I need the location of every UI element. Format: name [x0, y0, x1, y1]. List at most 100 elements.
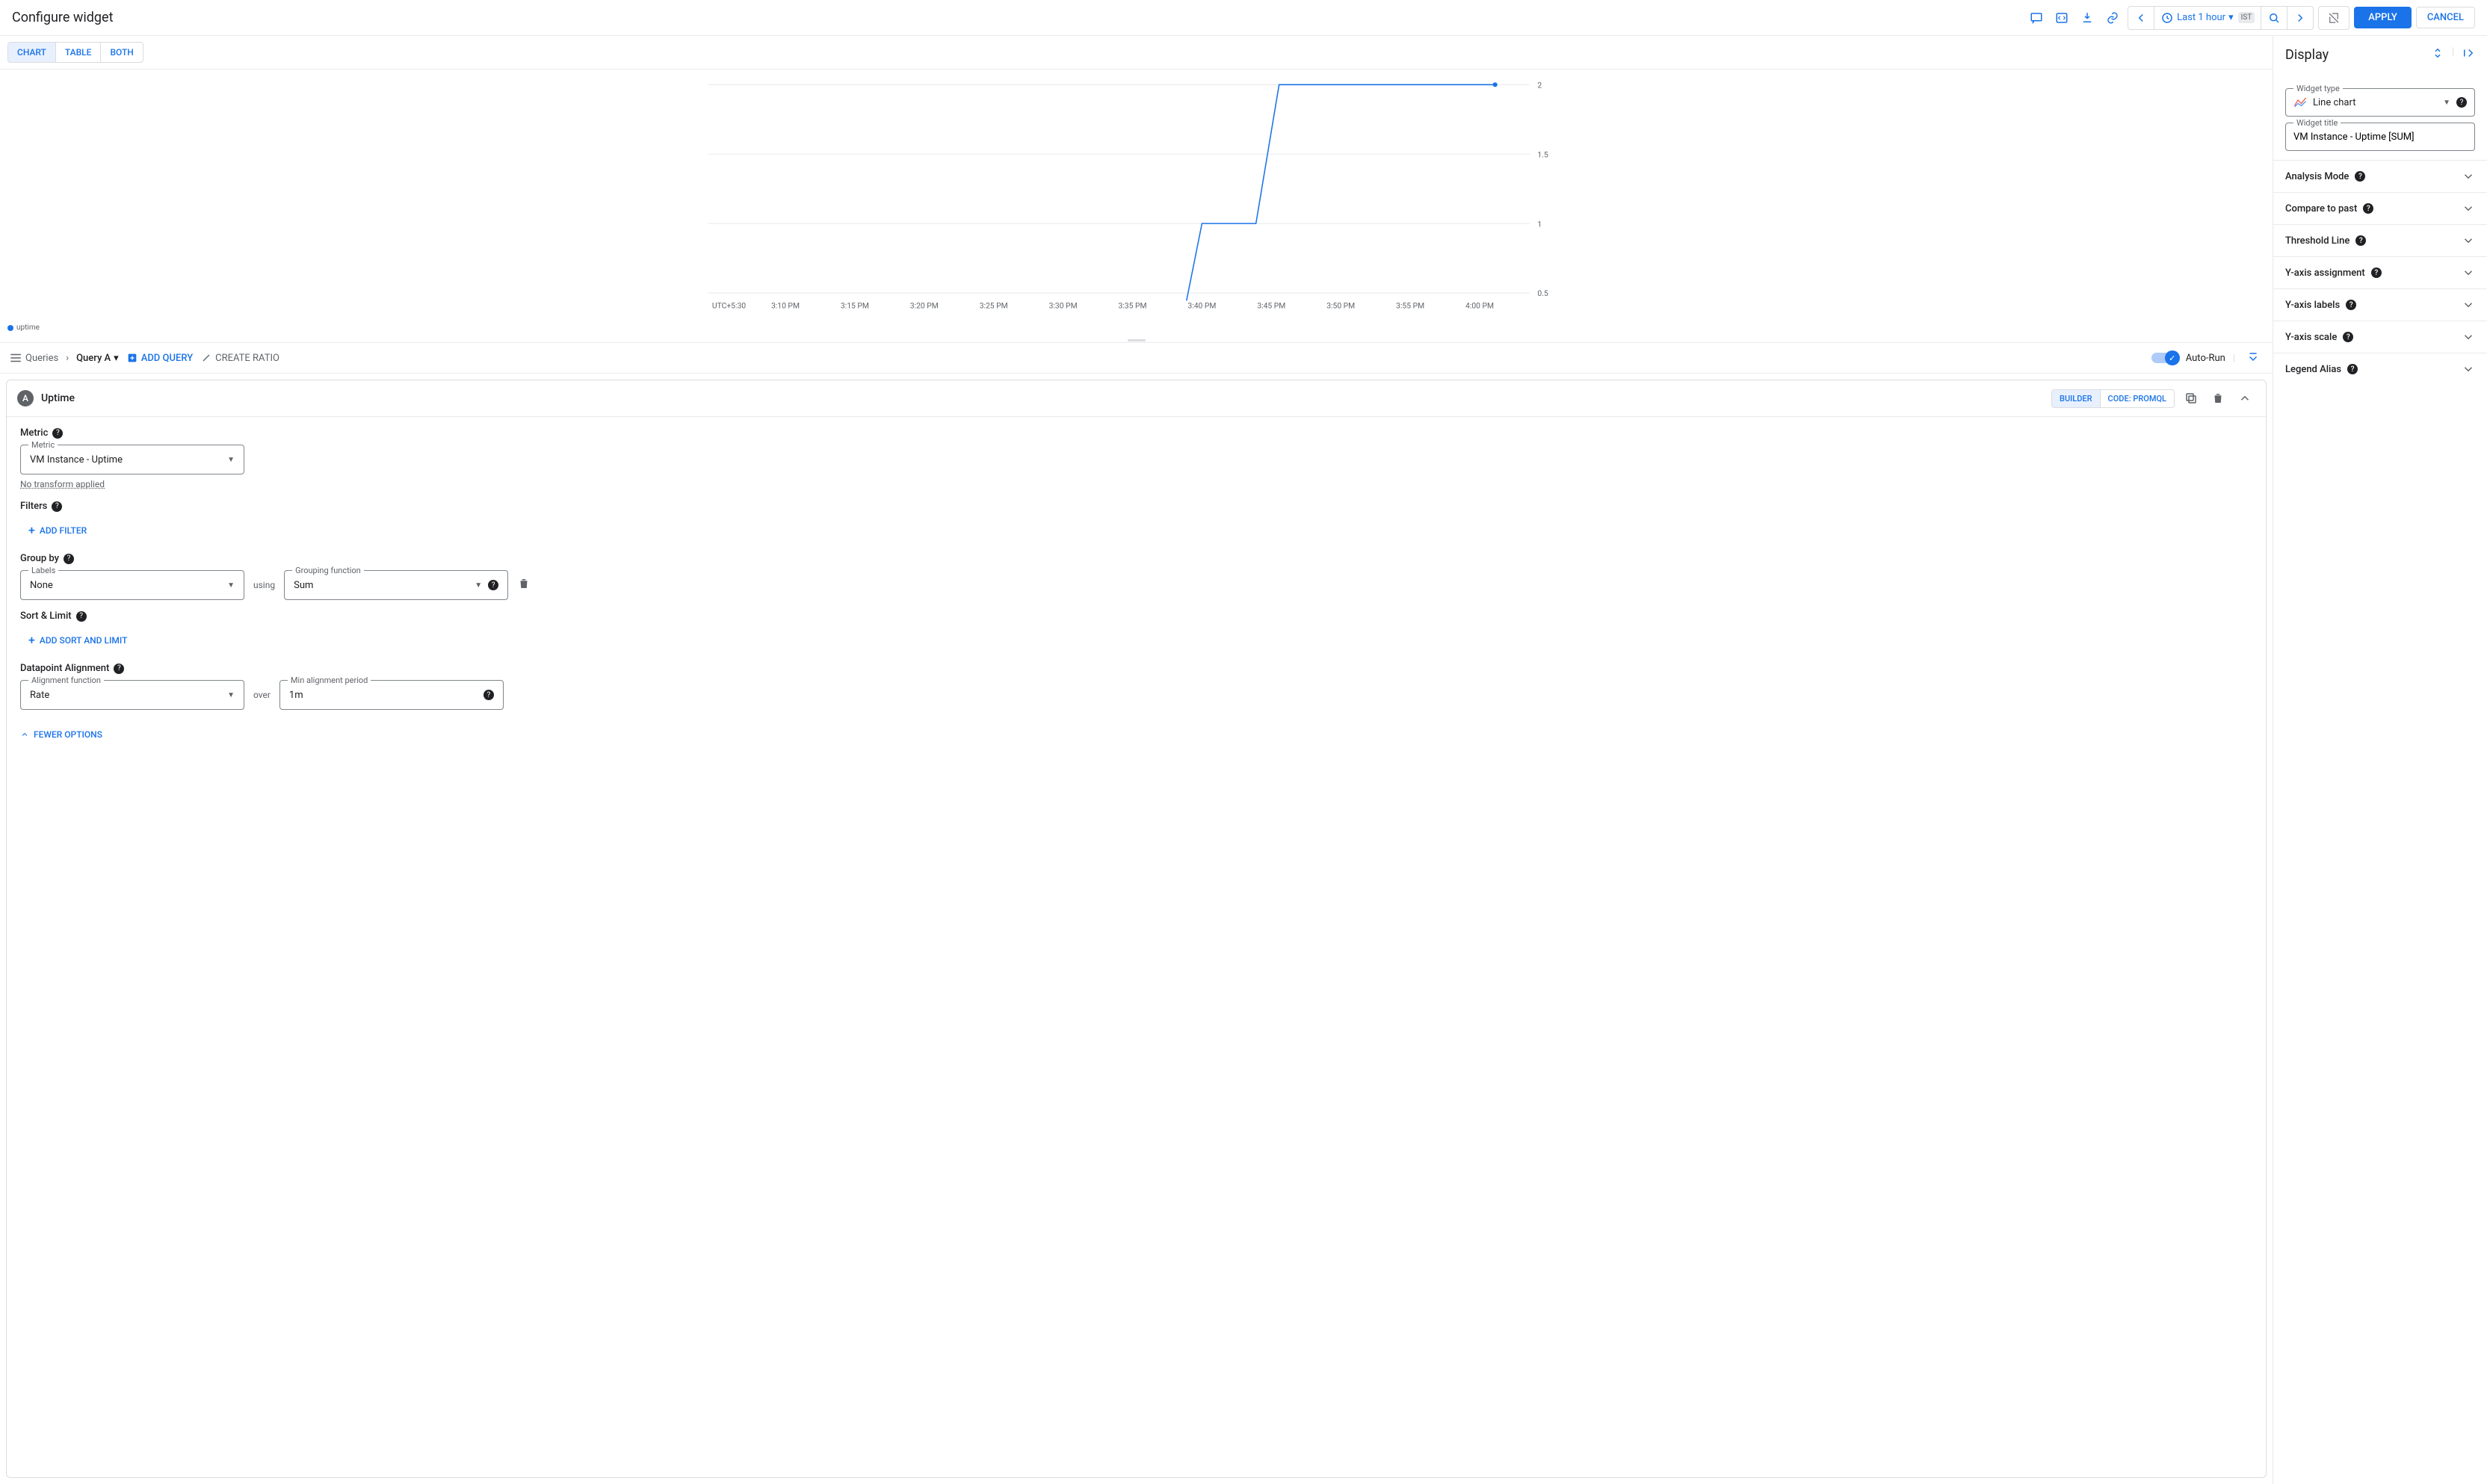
alignment-section-label: Datapoint Alignment	[20, 663, 109, 674]
collapse-panel-icon[interactable]	[2462, 46, 2475, 63]
add-query-button[interactable]: ADD QUERY	[126, 352, 193, 364]
auto-run-label: Auto-Run	[2186, 353, 2225, 364]
metric-section-label: Metric	[20, 427, 48, 439]
widget-type-select[interactable]: Widget type Line chart ▼ ?	[2285, 88, 2475, 117]
view-tabs: CHART TABLE BOTH	[0, 36, 2273, 69]
chevron-up-icon[interactable]	[2234, 388, 2255, 409]
code-tab[interactable]: CODE: PROMQL	[2101, 390, 2174, 407]
tab-table[interactable]: TABLE	[56, 43, 102, 62]
time-prev-button[interactable]	[2128, 7, 2154, 29]
line-chart: 2 1.5 1 0.5 UTC+5:30 3:10 PM 3:15 PM 3:2…	[7, 77, 2258, 316]
svg-text:3:25 PM: 3:25 PM	[980, 301, 1008, 311]
filters-section-label: Filters	[20, 501, 47, 512]
svg-text:3:30 PM: 3:30 PM	[1049, 301, 1078, 311]
help-icon[interactable]: ?	[64, 554, 74, 564]
sort-icon[interactable]	[2431, 46, 2444, 63]
chevron-down-icon	[2462, 234, 2475, 247]
help-icon[interactable]: ?	[2347, 364, 2358, 374]
threshold-line-section[interactable]: Threshold Line?	[2273, 224, 2487, 256]
svg-text:1: 1	[1537, 219, 1542, 229]
display-title: Display	[2285, 47, 2329, 63]
svg-text:UTC+5:30: UTC+5:30	[712, 301, 746, 311]
help-icon[interactable]: ?	[114, 664, 124, 674]
query-panel: A Uptime BUILDER CODE: PROMQL Metric? M	[6, 380, 2267, 1478]
legend-alias-section[interactable]: Legend Alias?	[2273, 353, 2487, 385]
help-icon[interactable]: ?	[52, 428, 63, 439]
time-range-picker: Last 1 hour ▾ IST	[2128, 6, 2314, 30]
y-axis-labels-section[interactable]: Y-axis labels?	[2273, 288, 2487, 321]
add-sort-limit-button[interactable]: +ADD SORT AND LIMIT	[20, 628, 135, 652]
help-icon[interactable]: ?	[2343, 332, 2353, 342]
fewer-options-button[interactable]: FEWER OPTIONS	[20, 720, 2252, 740]
builder-tab[interactable]: BUILDER	[2052, 390, 2101, 407]
help-icon[interactable]: ?	[488, 580, 498, 590]
svg-text:3:35 PM: 3:35 PM	[1119, 301, 1147, 311]
settings-toggle-icon[interactable]	[2323, 7, 2344, 28]
collapse-all-icon[interactable]	[2243, 347, 2264, 368]
query-badge: A	[17, 390, 34, 406]
time-zoom-button[interactable]	[2261, 7, 2287, 29]
help-icon[interactable]: ?	[484, 690, 494, 700]
svg-text:3:45 PM: 3:45 PM	[1257, 301, 1285, 311]
link-icon[interactable]	[2102, 7, 2123, 28]
help-icon[interactable]: ?	[2355, 235, 2366, 246]
cancel-button[interactable]: CANCEL	[2416, 7, 2475, 28]
chart-legend: uptime	[0, 324, 2273, 338]
auto-run-toggle[interactable]	[2151, 353, 2178, 363]
using-label: using	[253, 580, 275, 590]
create-ratio-button[interactable]: CREATE RATIO	[200, 352, 279, 364]
svg-text:3:50 PM: 3:50 PM	[1326, 301, 1355, 311]
comment-icon[interactable]	[2026, 7, 2047, 28]
queries-breadcrumb[interactable]: Queries	[9, 351, 58, 365]
align-fn-select[interactable]: Alignment function Rate ▼	[20, 680, 244, 710]
query-title: Uptime	[41, 392, 2044, 404]
chevron-down-icon	[2462, 362, 2475, 376]
help-icon[interactable]: ?	[2371, 268, 2382, 278]
y-axis-assignment-section[interactable]: Y-axis assignment?	[2273, 256, 2487, 288]
svg-text:4:00 PM: 4:00 PM	[1465, 301, 1494, 311]
sort-section-label: Sort & Limit	[20, 610, 72, 622]
query-a-dropdown[interactable]: Query A ▾	[76, 353, 119, 364]
help-icon[interactable]: ?	[2346, 300, 2356, 310]
grouping-fn-select[interactable]: Grouping function Sum ▼ ?	[284, 570, 508, 600]
svg-text:3:15 PM: 3:15 PM	[841, 301, 869, 311]
help-icon[interactable]: ?	[2363, 203, 2373, 214]
labels-select[interactable]: Labels None ▼	[20, 570, 244, 600]
svg-text:3:55 PM: 3:55 PM	[1396, 301, 1424, 311]
delete-groupby-icon[interactable]	[517, 577, 531, 593]
query-bar: Queries › Query A ▾ ADD QUERY CREATE RAT…	[0, 342, 2273, 374]
time-next-button[interactable]	[2287, 7, 2313, 29]
min-period-input[interactable]: Min alignment period 1m ?	[279, 680, 504, 710]
metric-select[interactable]: Metric VM Instance - Uptime ▼	[20, 445, 244, 474]
time-range-display[interactable]: Last 1 hour ▾ IST	[2154, 7, 2261, 29]
copy-icon[interactable]	[2181, 388, 2202, 409]
help-icon[interactable]: ?	[76, 611, 87, 622]
svg-text:1.5: 1.5	[1537, 149, 1548, 159]
top-header: Configure widget Last 1 hour ▾ IST APPLY…	[0, 0, 2487, 36]
header-actions: Last 1 hour ▾ IST APPLY CANCEL	[2026, 6, 2475, 30]
apply-button[interactable]: APPLY	[2354, 7, 2412, 28]
tab-chart[interactable]: CHART	[8, 43, 56, 62]
svg-text:3:10 PM: 3:10 PM	[771, 301, 800, 311]
svg-text:2: 2	[1537, 80, 1542, 90]
help-icon[interactable]: ?	[2456, 97, 2467, 108]
line-chart-icon	[2293, 96, 2307, 109]
compare-past-section[interactable]: Compare to past?	[2273, 192, 2487, 224]
y-axis-scale-section[interactable]: Y-axis scale?	[2273, 321, 2487, 353]
over-label: over	[253, 690, 271, 700]
no-transform-link[interactable]: No transform applied	[20, 479, 105, 489]
chevron-down-icon	[2462, 298, 2475, 312]
svg-text:0.5: 0.5	[1537, 288, 1548, 298]
widget-title-field[interactable]	[2293, 132, 2467, 143]
help-icon[interactable]: ?	[52, 501, 62, 512]
page-title: Configure widget	[12, 10, 113, 25]
svg-text:3:40 PM: 3:40 PM	[1187, 301, 1216, 311]
help-icon[interactable]: ?	[2355, 171, 2365, 182]
tab-both[interactable]: BOTH	[101, 43, 142, 62]
code-icon[interactable]	[2051, 7, 2072, 28]
download-icon[interactable]	[2077, 7, 2098, 28]
add-filter-button[interactable]: +ADD FILTER	[20, 518, 95, 542]
delete-icon[interactable]	[2208, 388, 2228, 409]
widget-title-input[interactable]: Widget title	[2285, 123, 2475, 151]
analysis-mode-section[interactable]: Analysis Mode?	[2273, 160, 2487, 192]
